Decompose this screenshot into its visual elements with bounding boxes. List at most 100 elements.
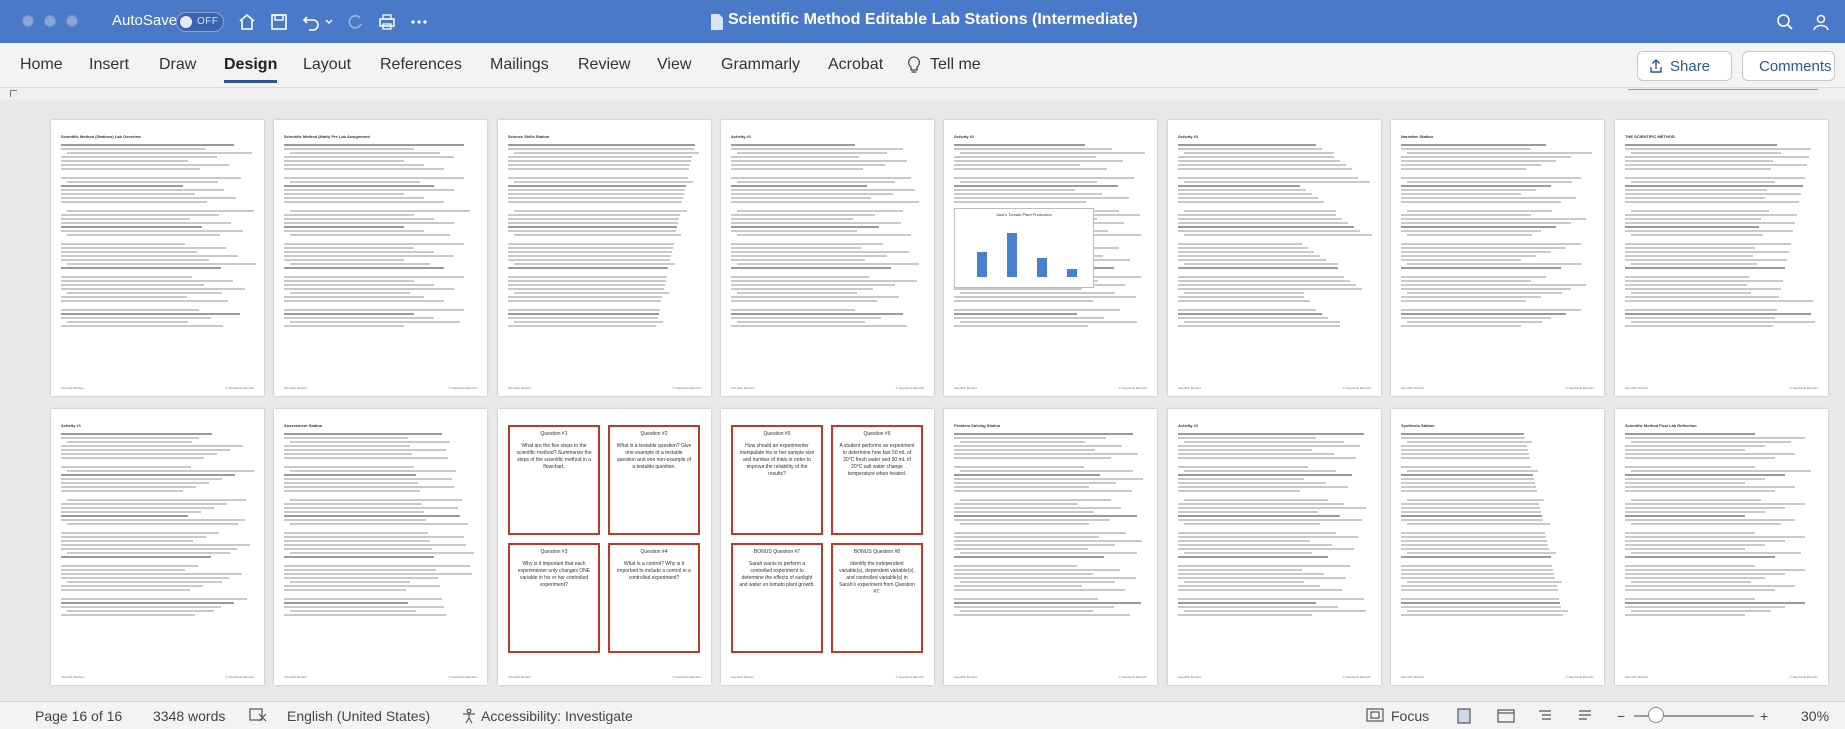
page-thumbnail[interactable]: THE SCIENTIFIC METHOD Scientific Method © … xyxy=(1615,120,1828,396)
text-line xyxy=(731,156,859,158)
tab-stop-selector[interactable] xyxy=(10,90,17,97)
autosave-toggle[interactable]: OFF xyxy=(176,12,224,32)
language[interactable]: English (United States) xyxy=(287,708,430,724)
tab-layout[interactable]: Layout xyxy=(303,56,351,74)
text-line xyxy=(284,189,454,191)
question-card-title: Question #2 xyxy=(640,431,668,437)
page-thumbnail[interactable]: Scientific Method (Stations) Lab Overvie… xyxy=(51,120,264,396)
close-window-button[interactable] xyxy=(22,15,34,27)
tab-home[interactable]: Home xyxy=(20,56,63,74)
page-thumbnail[interactable]: Activity #2 Scientific Method © Stephanie … xyxy=(1168,409,1381,685)
text-line xyxy=(1401,536,1546,538)
more-icon[interactable] xyxy=(408,11,430,33)
zoom-in-icon[interactable]: + xyxy=(1760,708,1768,724)
tab-review[interactable]: Review xyxy=(578,56,630,74)
page-thumbnail[interactable]: Problem Solving Station Scientific Method… xyxy=(944,409,1157,685)
text-line xyxy=(954,532,1126,534)
text-line xyxy=(1178,614,1312,616)
text-line xyxy=(1625,503,1805,505)
accessibility-icon[interactable] xyxy=(461,708,477,727)
page-thumbnail[interactable]: Question CardsQuestion #1What are the fi… xyxy=(498,409,711,685)
tab-references[interactable]: References xyxy=(380,56,462,74)
focus-label[interactable]: Focus xyxy=(1391,708,1429,724)
text-line xyxy=(1407,321,1542,323)
text-line xyxy=(284,259,404,261)
page-thumbnail[interactable]: Activity #2 Jack's Tomato Plant Productio… xyxy=(944,120,1157,396)
chevron-down-icon[interactable] xyxy=(322,11,336,33)
page-thumbnail[interactable]: Scientific Method Post Lab Reflection Sci… xyxy=(1615,409,1828,685)
undo-icon[interactable] xyxy=(300,11,322,33)
tab-view[interactable]: View xyxy=(657,56,691,74)
outline-icon[interactable] xyxy=(1537,708,1553,727)
text-line xyxy=(1184,499,1328,501)
page-thumbnail[interactable]: Activity #1 Scientific Method © Stephanie … xyxy=(51,409,264,685)
comments-button[interactable]: Comments xyxy=(1742,51,1835,81)
word-count[interactable]: 3348 words xyxy=(153,708,225,724)
text-line xyxy=(284,214,414,216)
page-thumbnail[interactable]: Scientific Method (Math) Pre Lab Assignm… xyxy=(274,120,487,396)
page-thumbnail[interactable]: Activity #1 Scientific Method © Stephanie … xyxy=(721,120,934,396)
zoom-slider-handle[interactable] xyxy=(1648,707,1664,723)
page-footer-left: Scientific Method xyxy=(954,386,977,390)
tab-grammarly[interactable]: Grammarly xyxy=(721,56,800,74)
print-icon[interactable] xyxy=(376,11,398,33)
tell-me-search[interactable]: Tell me xyxy=(930,56,981,74)
page-thumbnail[interactable]: Question CardsQuestion #5How should an e… xyxy=(721,409,934,685)
ruler-scale[interactable] xyxy=(1628,89,1818,99)
tab-acrobat[interactable]: Acrobat xyxy=(828,56,883,74)
proofing-icon[interactable] xyxy=(249,708,267,725)
tab-mailings[interactable]: Mailings xyxy=(490,56,549,74)
text-line xyxy=(284,160,404,162)
page-heading: Science Skills Station xyxy=(508,134,550,139)
text-line xyxy=(1401,226,1556,228)
text-line xyxy=(284,156,454,158)
zoom-level[interactable]: 30% xyxy=(1801,708,1829,724)
text-line xyxy=(1625,313,1811,315)
tab-insert[interactable]: Insert xyxy=(89,56,129,74)
web-layout-icon[interactable] xyxy=(1497,708,1515,727)
text-line xyxy=(284,482,418,484)
text-line xyxy=(1401,466,1531,468)
page-thumbnail[interactable]: Assessment Station Scientific Method © Ste… xyxy=(274,409,487,685)
embedded-chart[interactable]: Jack's Tomato Plant Production xyxy=(954,208,1094,288)
text-line xyxy=(61,325,223,327)
text-line xyxy=(1625,457,1775,459)
text-line xyxy=(284,511,424,513)
text-line xyxy=(1625,548,1745,550)
maximize-window-button[interactable] xyxy=(66,15,78,27)
zoom-out-icon[interactable]: − xyxy=(1617,708,1625,724)
tab-draw[interactable]: Draw xyxy=(159,56,196,74)
focus-icon[interactable] xyxy=(1366,708,1384,725)
text-line xyxy=(508,226,677,228)
minimize-window-button[interactable] xyxy=(44,15,56,27)
text-line xyxy=(284,164,424,166)
home-icon[interactable] xyxy=(236,11,258,33)
text-line xyxy=(1178,280,1350,282)
page-count[interactable]: Page 16 of 16 xyxy=(35,708,122,724)
text-line xyxy=(954,482,1116,484)
text-line xyxy=(61,197,236,199)
redo-icon[interactable] xyxy=(344,11,366,33)
accessibility-status[interactable]: Accessibility: Investigate xyxy=(481,708,633,724)
search-icon[interactable] xyxy=(1774,11,1796,33)
account-icon[interactable] xyxy=(1810,11,1832,33)
text-line xyxy=(1625,197,1765,199)
text-line xyxy=(61,437,199,439)
share-button[interactable]: Share xyxy=(1637,51,1732,81)
page-thumbnail[interactable]: Activity #3 Scientific Method © Stephanie … xyxy=(1168,120,1381,396)
page-footer-left: Scientific Method xyxy=(731,386,754,390)
print-layout-icon[interactable] xyxy=(1456,708,1472,727)
text-line xyxy=(1401,325,1521,327)
text-line xyxy=(1407,181,1572,183)
text-line xyxy=(954,437,1106,439)
tab-design[interactable]: Design xyxy=(224,56,278,83)
save-icon[interactable] xyxy=(268,11,290,33)
text-line xyxy=(284,267,444,269)
text-line xyxy=(731,218,853,220)
text-line xyxy=(1178,201,1324,203)
draft-icon[interactable] xyxy=(1577,708,1593,727)
page-thumbnail[interactable]: Narrative Station Scientific Method © Step… xyxy=(1391,120,1604,396)
page-thumbnail[interactable]: Science Skills Station Scientific Method ©… xyxy=(498,120,711,396)
page-thumbnail[interactable]: Synthesis Station Scientific Method © Step… xyxy=(1391,409,1604,685)
text-line xyxy=(1178,544,1332,546)
